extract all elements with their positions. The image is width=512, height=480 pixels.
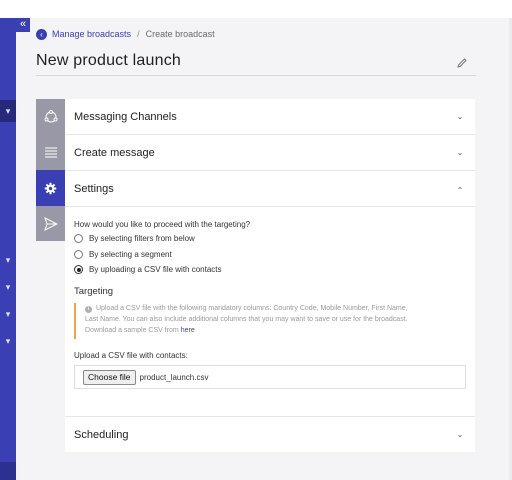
radio-button[interactable] — [74, 250, 83, 259]
info-text-1: Upload a CSV file with the following man… — [95, 305, 408, 312]
chevron-down-icon: ⌄ — [456, 430, 464, 439]
breadcrumb-current: Create broadcast — [145, 29, 215, 39]
top-bar — [0, 0, 512, 18]
section-settings[interactable]: Settings ⌃ — [65, 171, 475, 207]
sidebar-chevron-1[interactable]: ▾ — [0, 253, 16, 267]
section-scheduling[interactable]: Scheduling ⌄ — [65, 417, 475, 453]
back-icon[interactable]: ‹ — [36, 28, 47, 40]
radio-csv-upload[interactable]: By uploading a CSV file with contacts — [74, 265, 222, 274]
section-title: Messaging Channels — [74, 110, 177, 123]
breadcrumb: ‹ Manage broadcasts / Create broadcast — [36, 27, 215, 41]
sidebar-item-active[interactable]: ▾ — [0, 100, 16, 122]
upload-label: Upload a CSV file with contacts: — [74, 351, 188, 360]
chevron-down-icon: ▾ — [5, 106, 11, 116]
radio-label: By selecting a segment — [89, 250, 172, 259]
chevron-up-icon: ⌃ — [456, 186, 464, 195]
section-messaging-channels[interactable]: Messaging Channels ⌄ — [65, 99, 475, 135]
title-underline — [36, 75, 476, 76]
sidebar-chevron-3[interactable]: ▾ — [0, 307, 16, 321]
section-title: Scheduling — [74, 429, 129, 441]
channels-icon — [44, 110, 57, 123]
send-icon — [43, 217, 58, 231]
message-lines-icon — [44, 147, 57, 158]
edit-pencil-icon[interactable] — [456, 57, 468, 69]
broadcast-form-panel: Messaging Channels ⌄ Create message ⌄ Se… — [65, 99, 475, 452]
radio-button[interactable] — [74, 234, 83, 243]
section-create-message[interactable]: Create message ⌄ — [65, 135, 475, 171]
step-rail — [36, 99, 65, 241]
targeting-question: How would you like to proceed with the t… — [74, 220, 251, 229]
step-channels[interactable] — [36, 99, 65, 135]
radio-filters[interactable]: By selecting filters from below — [74, 234, 195, 243]
step-create-message[interactable] — [36, 135, 65, 171]
radio-label: By selecting filters from below — [89, 234, 195, 243]
info-text-3: Download a sample CSV from — [85, 327, 179, 334]
radio-segment[interactable]: By selecting a segment — [74, 250, 172, 259]
page-title[interactable]: New product launch — [36, 52, 181, 70]
targeting-heading: Targeting — [74, 286, 114, 297]
step-settings[interactable] — [36, 170, 65, 206]
selected-file-name: product_launch.csv — [139, 372, 209, 382]
info-icon: i — [85, 306, 92, 313]
breadcrumb-manage-broadcasts[interactable]: Manage broadcasts — [52, 29, 131, 39]
choose-file-button[interactable]: Choose file — [83, 369, 136, 385]
step-send[interactable] — [36, 206, 65, 242]
gear-icon — [44, 182, 57, 194]
sample-csv-link[interactable]: here — [181, 327, 195, 334]
csv-file-input[interactable]: Choose file product_launch.csv — [74, 365, 466, 389]
breadcrumb-separator: / — [137, 29, 140, 39]
sidebar-footer — [0, 462, 16, 480]
sidebar: ▾ ▾ ▾ ▾ ▾ — [0, 18, 16, 480]
section-title: Settings — [74, 182, 114, 195]
chevron-down-icon: ⌄ — [456, 148, 464, 157]
sidebar-chevron-4[interactable]: ▾ — [0, 334, 16, 348]
sidebar-chevron-2[interactable]: ▾ — [0, 280, 16, 294]
section-title: Create message — [74, 146, 155, 159]
csv-info-note: i Upload a CSV file with the following m… — [74, 303, 466, 339]
chevron-down-icon: ⌄ — [456, 112, 464, 121]
radio-label: By uploading a CSV file with contacts — [89, 265, 222, 274]
info-text-2: Last Name. You can also include addition… — [85, 316, 408, 323]
collapse-sidebar-button[interactable]: « — [16, 18, 30, 32]
radio-button-selected[interactable] — [74, 265, 83, 274]
